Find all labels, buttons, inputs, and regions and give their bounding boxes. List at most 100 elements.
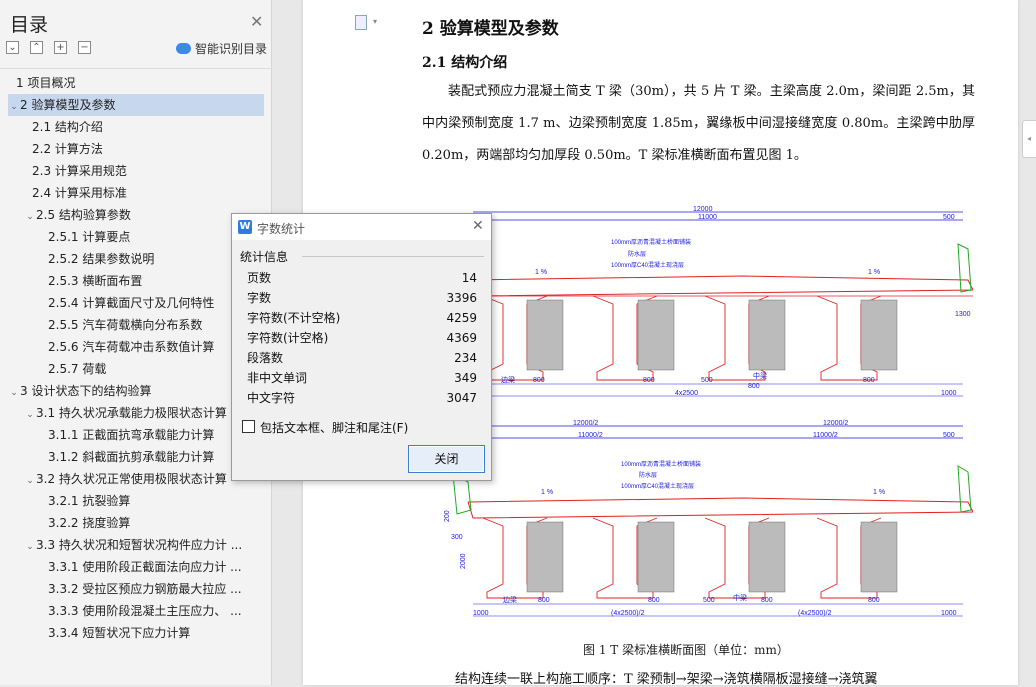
layer-label: 100mm厚沥青混凝土桥面铺装: [621, 460, 701, 468]
close-button[interactable]: 关闭: [408, 445, 485, 473]
dim-label: 11000: [698, 214, 717, 221]
chevron-down-icon[interactable]: ⌄: [24, 206, 36, 226]
chevron-down-icon[interactable]: ⌄: [24, 536, 36, 556]
toc-item[interactable]: 1 项目概况: [0, 72, 272, 94]
toc-item-label: 2.5.1 计算要点: [48, 230, 131, 244]
toc-item-label: 1 项目概况: [16, 76, 76, 90]
body-paragraph-next: 结构连续一联上构施工顺序：T 梁预制→架梁→浇筑横隔板湿接缝→浇筑翼: [455, 672, 878, 687]
dim-label: 800: [648, 597, 660, 604]
stat-row: 字符数(计空格) 4369: [247, 328, 477, 348]
stat-value: 3047: [446, 391, 477, 405]
toc-item-label: 2.5.5 汽车荷载横向分布系数: [48, 318, 203, 332]
chevron-down-icon[interactable]: ⌄: [8, 382, 20, 402]
toc-item[interactable]: ⌄ 2 验算模型及参数: [8, 94, 264, 116]
toc-item-label: 2.5.3 横断面布置: [48, 274, 143, 288]
dim-label: 500: [703, 597, 715, 604]
close-icon[interactable]: ✕: [472, 218, 484, 234]
stat-value: 349: [454, 371, 477, 385]
toc-item-label: 3.2.1 抗裂验算: [48, 494, 131, 508]
add-heading-icon[interactable]: +: [54, 41, 67, 54]
stat-value: 3396: [446, 291, 477, 305]
toc-item[interactable]: ⌄ 3.3 持久状况和短暂状况构件应力计 ...: [0, 534, 272, 556]
toc-item-label: 2.4 计算采用标准: [32, 186, 127, 200]
chevron-down-icon[interactable]: ⌄: [8, 96, 20, 116]
dim-label: 500: [701, 377, 713, 384]
stat-label: 段落数: [247, 351, 284, 365]
toc-item-label: 3.2.2 挠度验算: [48, 516, 131, 530]
chevron-down-icon[interactable]: ▾: [373, 17, 377, 26]
toc-item[interactable]: 3.2.2 挠度验算: [0, 512, 272, 534]
chevron-down-icon[interactable]: ⌄: [24, 404, 36, 424]
toc-item-label: 3.1 持久状况承载能力极限状态计算: [36, 406, 227, 420]
dim-label: 12000/2: [823, 420, 848, 427]
stat-label: 字符数(计空格): [247, 331, 329, 345]
dim-label: 800: [868, 597, 880, 604]
toc-item[interactable]: 3.3.4 短暂状况下应力计算: [0, 622, 272, 644]
stat-row: 非中文单词 349: [247, 368, 477, 388]
toc-item[interactable]: 3.2.1 抗裂验算: [0, 490, 272, 512]
dim-label: 1000: [941, 610, 957, 617]
toc-item-label: 3.2 持久状况正常使用极限状态计算: [36, 472, 227, 486]
dim-label: 12000: [693, 206, 713, 213]
toc-item[interactable]: 3.3.1 使用阶段正截面法向应力计 ...: [0, 556, 272, 578]
toc-item[interactable]: 2.4 计算采用标准: [0, 182, 272, 204]
stat-value: 4369: [446, 331, 477, 345]
layer-label: 防水层: [639, 471, 657, 479]
checkbox-label[interactable]: 包括文本框、脚注和尾注(F): [260, 419, 408, 436]
dim-label: 12000/2: [573, 420, 598, 427]
toc-title: 目录: [10, 14, 49, 36]
toc-item[interactable]: 3.3.2 受拉区预应力钢筋最大拉应 ...: [0, 578, 272, 600]
toc-item[interactable]: 2.2 计算方法: [0, 138, 272, 160]
dim-label: 2000: [460, 553, 467, 569]
stat-label: 页数: [247, 271, 272, 285]
figure-caption: 图 1 T 梁标准横断面图（单位：mm）: [583, 643, 789, 657]
toc-item[interactable]: 2.1 结构介绍: [0, 116, 272, 138]
dim-label: 800: [538, 597, 550, 604]
smart-toc-button[interactable]: 智能识别目录: [176, 40, 267, 57]
dim-label: 11000/2: [578, 432, 603, 439]
toc-item-label: 3.3.2 受拉区预应力钢筋最大拉应 ...: [48, 582, 242, 596]
toc-item-label: 2 验算模型及参数: [20, 98, 116, 112]
collapse-all-icon[interactable]: ⌃: [30, 41, 43, 54]
remove-heading-icon[interactable]: −: [78, 41, 91, 54]
dim-label: 800: [761, 597, 773, 604]
slope-label: 1 %: [868, 269, 880, 276]
slope-label: 1 %: [873, 489, 885, 496]
dim-label: 1000: [941, 390, 957, 397]
word-count-dialog: W 字数统计 ✕ 统计信息 页数 14 字数 3396 字符数(不计空格) 4259 字符数…: [231, 213, 492, 481]
close-icon[interactable]: ✕: [250, 12, 263, 31]
toc-item-label: 2.5 结构验算参数: [36, 208, 131, 222]
document-icon[interactable]: [355, 15, 367, 30]
stat-row: 段落数 234: [247, 348, 477, 368]
dialog-titlebar[interactable]: W 字数统计 ✕: [232, 214, 491, 240]
beam-label: 中梁: [733, 593, 747, 602]
toc-item-label: 2.5.7 荷载: [48, 362, 107, 376]
heading-2: 2 验算模型及参数: [422, 19, 559, 39]
toc-item-label: 2.5.4 计算截面尺寸及几何特性: [48, 296, 215, 310]
stat-row: 字数 3396: [247, 288, 477, 308]
collapse-handle[interactable]: ◂: [1022, 120, 1036, 158]
beam-label: 边梁: [501, 375, 515, 384]
dim-label: 500: [943, 214, 955, 221]
stat-label: 字符数(不计空格): [247, 311, 341, 325]
stat-row: 页数 14: [247, 268, 477, 288]
dim-label: 800: [533, 377, 545, 384]
divider: [302, 256, 484, 257]
chevron-icon: ◂: [1027, 134, 1032, 143]
dim-label: 1000: [473, 610, 489, 617]
include-textbox-checkbox[interactable]: [242, 420, 255, 433]
dim-label: (4x2500)/2: [611, 610, 645, 617]
dim-label: 1300: [955, 311, 971, 318]
smart-toc-label: 智能识别目录: [195, 42, 268, 56]
expand-all-icon[interactable]: ⌄: [6, 41, 19, 54]
stat-label: 中文字符: [247, 391, 296, 405]
beam-label: 中梁: [753, 371, 767, 380]
beam-label: 边梁: [503, 595, 517, 604]
toc-item[interactable]: 3.3.3 使用阶段混凝土主压应力、 ...: [0, 600, 272, 622]
t-beam-cross-section-figure: 12000 11000 500 100mm厚沥青混凝土桥面铺装 防水层 100m…: [444, 206, 973, 617]
stat-value: 4259: [446, 311, 477, 325]
section-label: 统计信息: [240, 250, 289, 264]
chevron-down-icon[interactable]: ⌄: [24, 470, 36, 490]
toc-item[interactable]: 2.3 计算采用规范: [0, 160, 272, 182]
dim-label: 800: [863, 377, 875, 384]
